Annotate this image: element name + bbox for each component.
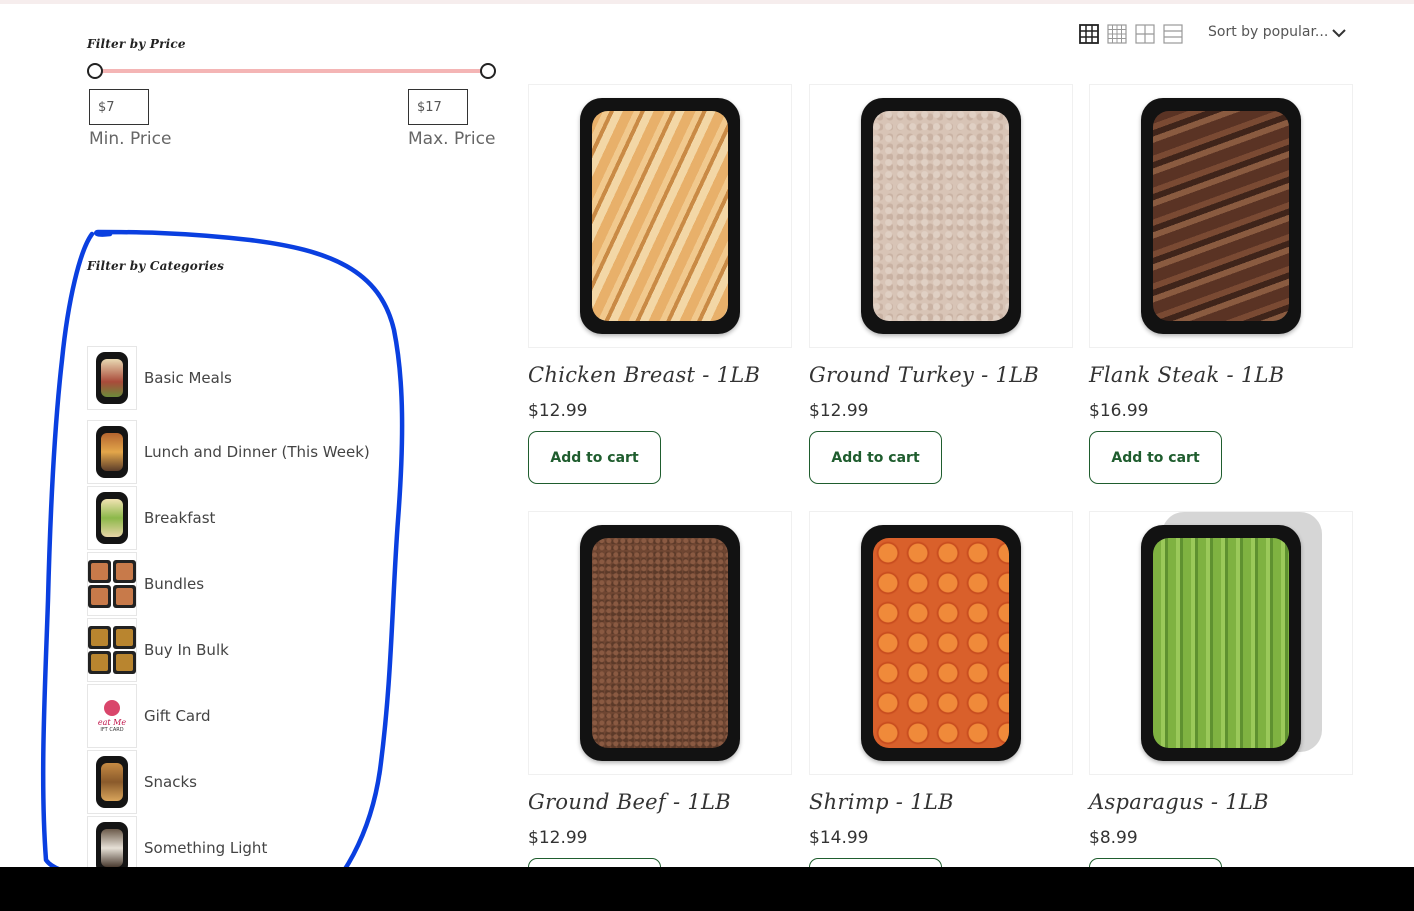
product-image[interactable] (809, 84, 1073, 348)
category-item-buy-in-bulk[interactable]: Buy In Bulk (87, 618, 387, 682)
product-card-ground-turkey: Ground Turkey - 1LB $12.99 Add to cart (809, 84, 1073, 484)
category-item-snacks[interactable]: Snacks (87, 750, 387, 814)
grid-3-icon[interactable] (1079, 24, 1099, 44)
category-label: Buy In Bulk (144, 641, 229, 659)
category-label: Lunch and Dinner (This Week) (144, 443, 370, 461)
category-item-basic-meals[interactable]: Basic Meals (87, 346, 387, 410)
min-price-input[interactable] (89, 89, 149, 125)
product-image[interactable] (809, 511, 1073, 775)
category-thumbnail (87, 486, 137, 550)
product-image[interactable] (528, 84, 792, 348)
top-border (0, 0, 1414, 4)
product-image[interactable] (1089, 84, 1353, 348)
category-item-gift-card[interactable]: eat Me IFT CARD Gift Card (87, 684, 387, 748)
max-price-input[interactable] (408, 89, 468, 125)
product-card-shrimp: Shrimp - 1LB $14.99 Add to cart (809, 511, 1073, 911)
min-price-caption: Min. Price (89, 129, 172, 149)
price-slider-track[interactable] (95, 69, 488, 73)
category-thumbnail: eat Me IFT CARD (87, 684, 137, 748)
gift-card-sub-text: IFT CARD (100, 726, 124, 733)
product-title[interactable]: Ground Turkey - 1LB (809, 363, 1073, 395)
product-price: $12.99 (809, 401, 869, 421)
product-title[interactable]: Chicken Breast - 1LB (528, 363, 792, 395)
price-slider-min-handle[interactable] (87, 63, 103, 79)
category-label: Breakfast (144, 509, 216, 527)
product-title[interactable]: Ground Beef - 1LB (528, 790, 792, 822)
product-image[interactable] (528, 511, 792, 775)
add-to-cart-button[interactable]: Add to cart (528, 431, 661, 484)
product-card-ground-beef: Ground Beef - 1LB $12.99 Add to cart (528, 511, 792, 911)
grid-4-icon[interactable] (1107, 24, 1127, 44)
product-title[interactable]: Flank Steak - 1LB (1089, 363, 1353, 395)
product-price: $8.99 (1089, 828, 1138, 848)
max-price-caption: Max. Price (408, 129, 496, 149)
product-card-flank-steak: Flank Steak - 1LB $16.99 Add to cart (1089, 84, 1353, 484)
category-thumbnail (87, 346, 137, 410)
category-label: Gift Card (144, 707, 211, 725)
grid-2-icon[interactable] (1135, 24, 1155, 44)
category-label: Snacks (144, 773, 197, 791)
bottom-black-bar (0, 867, 1414, 911)
chevron-down-icon[interactable] (1332, 28, 1346, 38)
category-filter-title: Filter by Categories (87, 259, 225, 273)
product-price: $14.99 (809, 828, 869, 848)
product-card-asparagus: Asparagus - 1LB $8.99 Add to cart (1089, 511, 1353, 911)
category-thumbnail (87, 552, 137, 616)
category-item-breakfast[interactable]: Breakfast (87, 486, 387, 550)
sort-dropdown[interactable]: Sort by popular... (1208, 24, 1328, 40)
add-to-cart-button[interactable]: Add to cart (809, 431, 942, 484)
product-title[interactable]: Asparagus - 1LB (1089, 790, 1353, 822)
product-card-chicken-breast: Chicken Breast - 1LB $12.99 Add to cart (528, 84, 792, 484)
category-thumbnail (87, 750, 137, 814)
category-thumbnail (87, 420, 137, 484)
product-price: $16.99 (1089, 401, 1149, 421)
product-price: $12.99 (528, 401, 588, 421)
add-to-cart-button[interactable]: Add to cart (1089, 431, 1222, 484)
category-thumbnail (87, 618, 137, 682)
product-image[interactable] (1089, 511, 1353, 775)
category-item-bundles[interactable]: Bundles (87, 552, 387, 616)
category-label: Something Light (144, 839, 268, 857)
category-item-lunch-and-dinner[interactable]: Lunch and Dinner (This Week) (87, 420, 387, 484)
price-filter-title: Filter by Price (87, 37, 186, 51)
category-label: Basic Meals (144, 369, 232, 387)
price-slider-max-handle[interactable] (480, 63, 496, 79)
list-view-icon[interactable] (1163, 24, 1183, 44)
category-label: Bundles (144, 575, 205, 593)
product-title[interactable]: Shrimp - 1LB (809, 790, 1073, 822)
gift-card-person-image (104, 699, 120, 716)
product-price: $12.99 (528, 828, 588, 848)
gift-card-logo-text: eat Me (97, 717, 127, 727)
